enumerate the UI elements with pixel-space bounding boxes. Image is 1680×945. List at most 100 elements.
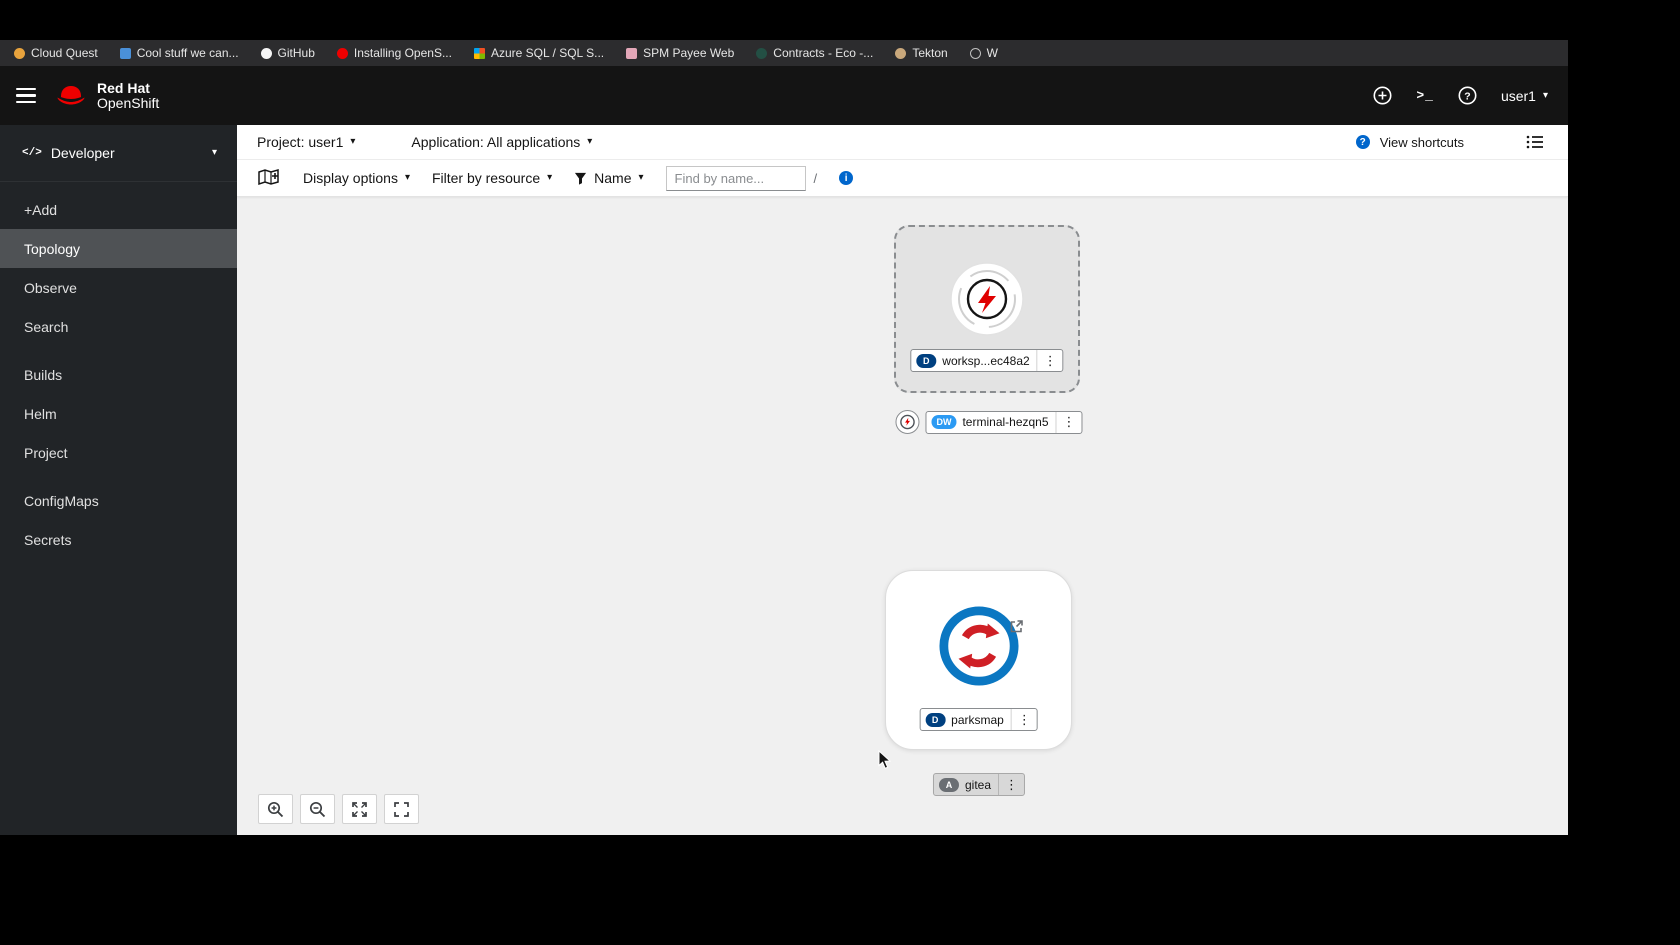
nav-toggle-hamburger-icon[interactable] — [16, 87, 36, 104]
gitea-group-label[interactable]: A gitea ⋮ — [932, 773, 1026, 796]
cloud-quest-icon — [14, 47, 25, 59]
filter-funnel-icon — [575, 172, 587, 185]
application-badge: A — [938, 777, 959, 792]
list-view-toggle-icon[interactable] — [1526, 134, 1544, 150]
kebab-menu-icon[interactable]: ⋮ — [1010, 709, 1037, 730]
bookmark-label: SPM Payee Web — [643, 46, 735, 60]
canvas-controls — [258, 794, 419, 824]
sidebar-item-observe[interactable]: Observe — [0, 268, 237, 307]
filter-by-resource-label: Filter by resource — [431, 170, 541, 186]
info-icon[interactable]: i — [839, 171, 854, 185]
display-options-dropdown[interactable]: Display options ▾ — [303, 170, 410, 186]
node-label-text: worksp...ec48a2 — [942, 353, 1030, 368]
sidebar-item-builds[interactable]: Builds — [0, 355, 237, 394]
chevron-down-icon: ▾ — [587, 136, 593, 147]
bookmark-label: Azure SQL / SQL S... — [490, 46, 605, 60]
redhat-openshift-logo: Red Hat OpenShift — [54, 80, 159, 111]
screen-viewport: Cloud Quest Cool stuff we can... GitHub … — [0, 40, 1568, 835]
bookmark-label: Contracts - Eco -... — [773, 46, 874, 60]
devworkspace-badge: DW — [931, 415, 957, 429]
fullscreen-button[interactable] — [384, 794, 419, 824]
project-dropdown[interactable]: Project: user1 ▾ — [257, 134, 355, 150]
name-filter-label: Name — [594, 170, 632, 186]
filter-by-resource-dropdown[interactable]: Filter by resource ▾ — [432, 170, 552, 186]
devworkspace-lightning-icon — [950, 262, 1024, 336]
bookmark-cool-stuff[interactable]: Cool stuff we can... — [119, 46, 239, 60]
microsoft-icon — [473, 47, 485, 59]
chevron-down-icon: ▾ — [547, 172, 553, 183]
help-menu-icon[interactable]: ? — [1458, 86, 1477, 105]
deployment-badge: D — [916, 353, 937, 368]
kebab-menu-icon[interactable]: ⋮ — [998, 774, 1024, 795]
developer-perspective-icon: </> — [22, 147, 42, 159]
browser-bookmarks-bar: Cloud Quest Cool stuff we can... GitHub … — [0, 40, 1568, 66]
devworkspace-decorator-icon[interactable] — [895, 410, 920, 434]
username: user1 — [1500, 87, 1536, 104]
sidebar-item-project[interactable]: Project — [0, 433, 237, 472]
node-label-text: terminal-hezqn5 — [962, 415, 1049, 429]
shortcuts-help-icon: ? — [1355, 135, 1370, 149]
zoom-out-button[interactable] — [300, 794, 335, 824]
parksmap-app-icon — [938, 606, 1019, 686]
red-hat-fedora-icon — [57, 85, 85, 104]
bookmark-installing-openshift[interactable]: Installing OpenS... — [336, 46, 452, 60]
bookmark-azure-sql[interactable]: Azure SQL / SQL S... — [473, 46, 605, 60]
topology-view-icon[interactable] — [257, 168, 281, 188]
folder-icon — [119, 47, 131, 59]
context-bar: Project: user1 ▾ Application: All applic… — [237, 125, 1568, 160]
open-url-external-link-icon[interactable] — [1009, 619, 1024, 634]
terminal-node-label[interactable]: DW terminal-hezqn5 ⋮ — [925, 410, 1083, 434]
bookmark-label: GitHub — [277, 46, 315, 60]
mouse-cursor — [878, 749, 892, 775]
project-dropdown-label: Project: user1 — [257, 134, 344, 150]
workspace-node-label[interactable]: D worksp...ec48a2 ⋮ — [910, 349, 1064, 372]
globe-icon — [969, 47, 981, 59]
view-shortcuts-link[interactable]: View shortcuts — [1380, 135, 1464, 150]
openshift-icon — [336, 47, 348, 59]
application-dropdown-label: Application: All applications — [411, 134, 581, 150]
sidebar-item-helm[interactable]: Helm — [0, 394, 237, 433]
zoom-in-button[interactable] — [258, 794, 293, 824]
chevron-down-icon: ▾ — [638, 172, 644, 183]
kebab-menu-icon[interactable]: ⋮ — [1036, 350, 1063, 371]
bookmark-label: W — [986, 46, 998, 60]
slash-shortcut-hint: / — [813, 170, 818, 186]
chevron-down-icon: ▾ — [350, 136, 356, 147]
display-options-label: Display options — [303, 170, 398, 186]
bookmark-github[interactable]: GitHub — [260, 46, 315, 60]
topology-toolbar: Display options ▾ Filter by resource ▾ N… — [237, 160, 1568, 197]
bookmark-spm-payee[interactable]: SPM Payee Web — [626, 46, 734, 60]
user-menu[interactable]: user1 ▾ — [1501, 88, 1548, 104]
fit-to-screen-button[interactable] — [342, 794, 377, 824]
bookmark-label: Tekton — [912, 46, 948, 60]
sidebar-item-secrets[interactable]: Secrets — [0, 520, 237, 559]
quick-create-plus-icon[interactable] — [1373, 86, 1392, 105]
chevron-down-icon: ▾ — [404, 172, 410, 183]
deployment-badge: D — [925, 712, 946, 727]
sidebar-item-search[interactable]: Search — [0, 307, 237, 346]
chevron-down-icon: ▾ — [211, 147, 217, 158]
bookmark-w[interactable]: W — [969, 46, 998, 60]
terminal-node-group: DW terminal-hezqn5 ⋮ — [895, 410, 1083, 434]
kebab-menu-icon[interactable]: ⋮ — [1055, 411, 1082, 433]
parksmap-node-group: D parksmap ⋮ — [885, 570, 1072, 750]
bookmark-cloud-quest[interactable]: Cloud Quest — [14, 46, 98, 60]
web-terminal-icon[interactable]: >_ — [1416, 88, 1434, 103]
bookmark-label: Cloud Quest — [31, 46, 98, 60]
contracts-icon — [756, 47, 768, 59]
find-by-name-input[interactable] — [665, 165, 806, 191]
node-label-text: parksmap — [951, 712, 1004, 727]
bookmark-contracts[interactable]: Contracts - Eco -... — [756, 46, 873, 60]
application-dropdown[interactable]: Application: All applications ▾ — [411, 134, 592, 150]
name-filter-dropdown[interactable]: Name ▾ — [574, 170, 644, 186]
topology-canvas[interactable]: D worksp...ec48a2 ⋮ DW terminal-hezqn5 ⋮… — [237, 197, 1568, 835]
workspace-node-group: D worksp...ec48a2 ⋮ — [894, 225, 1080, 393]
node-label-text: gitea — [964, 777, 992, 792]
perspective-switcher[interactable]: </> Developer ▾ — [0, 125, 237, 182]
sidebar-item-add[interactable]: +Add — [0, 190, 237, 229]
bookmark-tekton[interactable]: Tekton — [895, 46, 948, 60]
parksmap-node-label[interactable]: D parksmap ⋮ — [919, 708, 1038, 731]
sidebar-item-configmaps[interactable]: ConfigMaps — [0, 481, 237, 520]
sidebar-item-topology[interactable]: Topology — [0, 229, 237, 268]
github-icon — [260, 47, 272, 59]
